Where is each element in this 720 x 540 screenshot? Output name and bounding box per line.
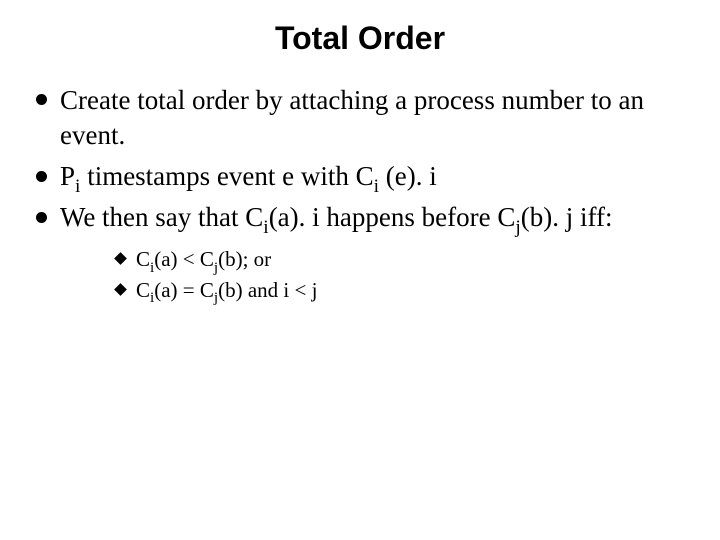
bullet-text-2a: P <box>60 161 75 191</box>
subscript: j <box>214 290 218 306</box>
sub-bullet-list: Ci(a) < Cj(b); or Ci(a) = Cj(b) and i < … <box>114 245 690 304</box>
subscript: i <box>75 176 80 197</box>
sub-bullet-item-1: Ci(a) < Cj(b); or <box>114 245 690 273</box>
bullet-text-3b: (a). i happens before C <box>269 202 516 232</box>
bullet-item-2: Pi timestamps event e with Ci (e). i <box>30 159 690 194</box>
subscript: j <box>214 260 218 276</box>
bullet-item-3: We then say that Ci(a). i happens before… <box>30 200 690 304</box>
sub-text-1b: (a) < C <box>154 247 214 271</box>
bullet-list: Create total order by attaching a proces… <box>30 83 690 304</box>
sub-text-2b: (a) = C <box>154 278 214 302</box>
subscript: i <box>150 290 154 306</box>
sub-text-2c: (b) and i < j <box>218 278 317 302</box>
bullet-text-2b: timestamps event e with C <box>80 161 373 191</box>
sub-text-1a: C <box>136 247 150 271</box>
sub-bullet-item-2: Ci(a) = Cj(b) and i < j <box>114 276 690 304</box>
subscript: j <box>515 217 520 238</box>
bullet-text-1: Create total order by attaching a proces… <box>60 85 644 150</box>
sub-text-2a: C <box>136 278 150 302</box>
slide: Total Order Create total order by attach… <box>0 0 720 540</box>
bullet-text-3a: We then say that C <box>60 202 263 232</box>
subscript: i <box>374 176 379 197</box>
subscript: i <box>150 260 154 276</box>
slide-title: Total Order <box>30 20 690 57</box>
bullet-text-2c: (e). i <box>379 161 437 191</box>
sub-text-1c: (b); or <box>218 247 271 271</box>
bullet-text-3c: (b). j iff: <box>521 202 613 232</box>
bullet-item-1: Create total order by attaching a proces… <box>30 83 690 153</box>
subscript: i <box>263 217 268 238</box>
